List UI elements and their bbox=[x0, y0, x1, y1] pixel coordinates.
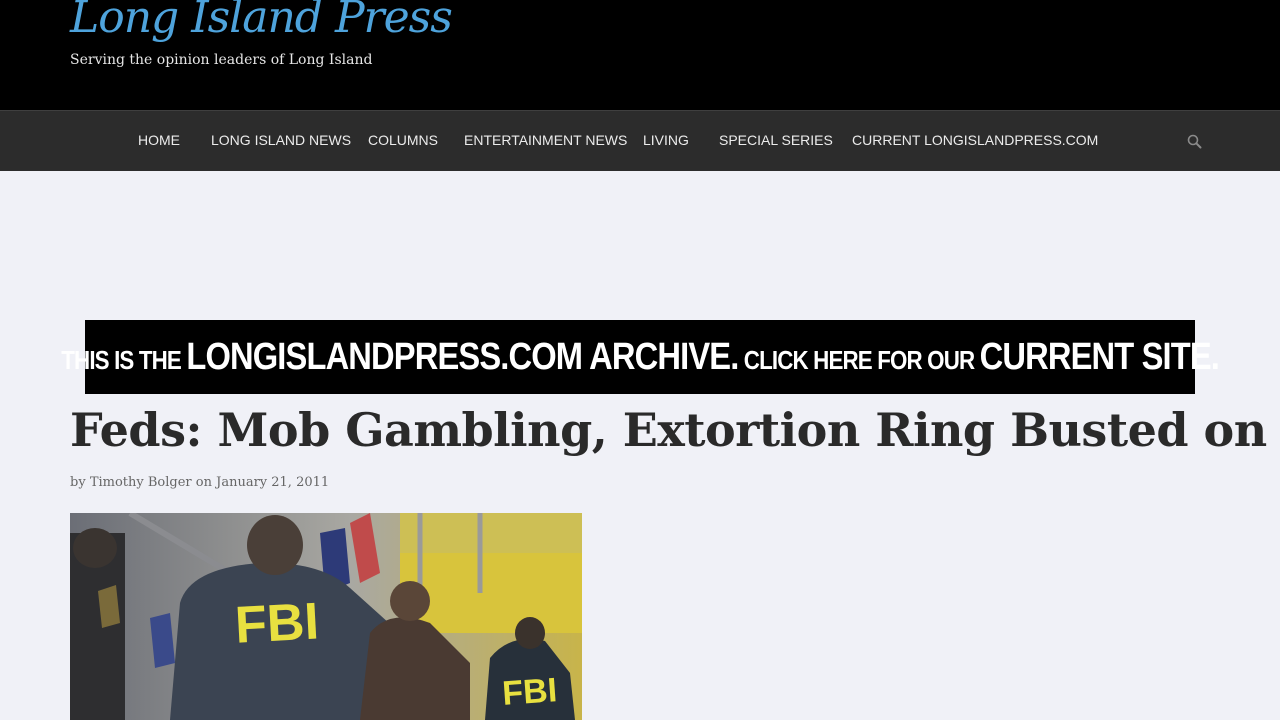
archive-banner-link[interactable]: THIS IS THE LONGISLANDPRESS.COM ARCHIVE.… bbox=[61, 320, 1220, 394]
site-logo[interactable]: Long Island Press bbox=[70, 0, 453, 43]
date-prefix: on bbox=[191, 475, 217, 490]
site-tagline: Serving the opinion leaders of Long Isla… bbox=[70, 52, 373, 68]
article-byline: by Timothy Bolger on January 21, 2011 bbox=[70, 475, 329, 490]
fbi-jacket-text-secondary: FBI bbox=[501, 671, 558, 713]
nav-item-current-site[interactable]: CURRENT LONGISLANDPRESS.COM bbox=[852, 132, 1098, 148]
article-title: Feds: Mob Gambling, Extortion Ring Buste… bbox=[70, 403, 1280, 457]
nav-item-living[interactable]: LIVING bbox=[643, 132, 689, 148]
nav-item-long-island-news[interactable]: LONG ISLAND NEWS bbox=[211, 132, 351, 148]
article-featured-image: FBI FBI bbox=[70, 513, 582, 720]
main-navigation: HOME LONG ISLAND NEWS COLUMNS ENTERTAINM… bbox=[0, 110, 1280, 171]
nav-item-entertainment-news[interactable]: ENTERTAINMENT NEWS bbox=[464, 132, 627, 148]
fbi-jacket-text: FBI bbox=[234, 592, 321, 654]
archive-banner-text: THIS IS THE LONGISLANDPRESS.COM ARCHIVE.… bbox=[61, 335, 1220, 378]
nav-item-special-series[interactable]: SPECIAL SERIES bbox=[719, 132, 833, 148]
site-header: Long Island Press Serving the opinion le… bbox=[0, 0, 1280, 110]
byline-prefix: by bbox=[70, 475, 90, 490]
author-link[interactable]: Timothy Bolger bbox=[90, 475, 192, 490]
nav-item-home[interactable]: HOME bbox=[138, 132, 180, 148]
article-date: January 21, 2011 bbox=[216, 475, 330, 490]
nav-item-columns[interactable]: COLUMNS bbox=[368, 132, 438, 148]
search-icon[interactable] bbox=[1186, 133, 1204, 151]
